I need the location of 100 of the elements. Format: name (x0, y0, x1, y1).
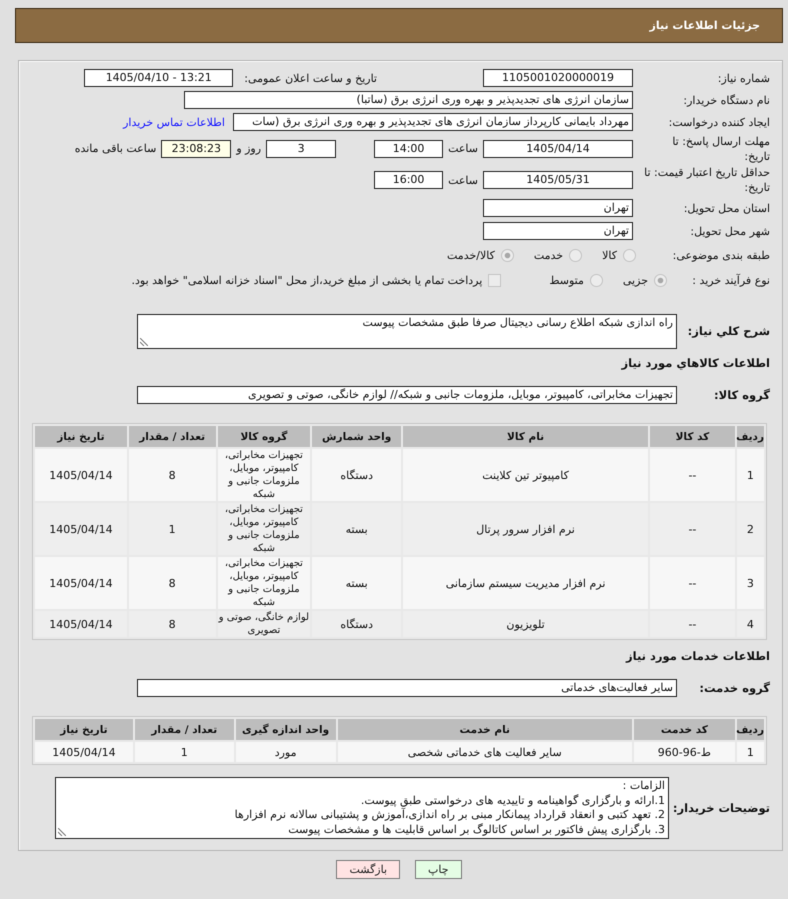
checkbox-label: پرداخت تمام یا بخشی از مبلغ خرید،از محل "اسناد خزانه اسلامی" خواهد بود. (132, 274, 482, 286)
buyer-organization-field[interactable]: سازمان انرژی های تجدیدپذیر و بهره وری انرژی برق (ساتبا) (184, 91, 633, 109)
radio-button[interactable] (569, 248, 582, 262)
resize-grip-icon[interactable] (140, 338, 148, 346)
service-name-cell: سایر فعالیت های خدماتی شخصی (338, 742, 632, 762)
field-label: شرح کلي نياز: (686, 324, 770, 339)
radio-button[interactable] (654, 274, 667, 286)
notes-line: الزامات : (622, 779, 665, 794)
need-date-cell: 1405/04/14 (35, 503, 127, 555)
notes-line: 3. بارگزاری پیش فاکتور بر اساس کاتالوگ بر اساس قابلیت ها و مشخصات پیوست (287, 822, 665, 837)
price-validity-date-field[interactable]: 1405/05/31 (483, 171, 633, 189)
print-button[interactable]: چاپ (415, 860, 462, 879)
quantity-cell: 1 (128, 503, 216, 555)
delivery-city-field[interactable]: تهران (483, 222, 633, 240)
remaining-days-field[interactable]: 3 (266, 140, 336, 158)
item-name-cell: تلویزیون (403, 611, 648, 637)
deadline-time-field[interactable]: 14:00 (374, 140, 444, 158)
field-label: تاریخ و ساعت اعلان عمومی: (244, 72, 377, 84)
row-number-cell: 1 (736, 449, 764, 501)
radio-label: جزیی (622, 274, 648, 286)
resize-grip-icon[interactable] (58, 828, 66, 836)
radio-label: خدمت (534, 248, 564, 262)
need-date-cell: 1405/04/14 (35, 742, 133, 762)
field-label: استان محل تحویل: (682, 200, 770, 216)
item-code-cell: -- (650, 449, 735, 501)
notes-line: 2. تعهد کتبی و انعقاد قرارداد پیمانکار مبنی بر راه اندازی،آموزش و پشتیبانی سالانه نرم افزارها (234, 808, 665, 822)
back-button[interactable]: بازگشت (336, 860, 400, 879)
price-validity-time-field[interactable]: 16:00 (374, 171, 444, 189)
column-header: واحد شمارش (312, 426, 402, 447)
field-label: توضیحات خریدار: (674, 800, 770, 816)
field-label: طبقه بندی موضوعی: (672, 248, 770, 262)
item-group-cell: تجهیزات مخابراتی، کامپیوتر، موبایل، ملزومات جانبی و شبکه (218, 449, 310, 501)
delivery-province-field[interactable]: تهران (483, 199, 633, 217)
announce-date-field[interactable]: 1405/04/10 - 13:21 (84, 69, 234, 87)
column-header: ردیف (736, 426, 764, 447)
column-header: گروه کالا (218, 426, 310, 447)
description-field[interactable]: راه اندازی شبکه اطلاع رسانی دیجیتال صرفا طبق مشخصات پیوست (137, 314, 677, 349)
page-title: جزئیات اطلاعات نیاز (650, 19, 760, 32)
item-group-cell: تجهیزات مخابراتی، کامپیوتر، موبایل، ملزومات جانبی و شبکه (218, 557, 310, 609)
item-group-cell: لوازم خانگی، صوتی و تصویری (218, 611, 310, 637)
column-header: کد کالا (650, 426, 735, 447)
item-name-cell: کامپیوتر تین کلاینت (403, 449, 648, 501)
quantity-cell: 8 (128, 449, 216, 501)
unit-cell: مورد (236, 742, 336, 762)
goods-group-field[interactable]: تجهیزات مخابراتی، کامپیوتر، موبایل، ملزومات جانبی و شبکه// لوازم خانگی، صوتی و تصویری (137, 386, 677, 404)
column-header: تاریخ نیاز (35, 719, 133, 740)
field-label: نام دستگاه خریدار: (682, 92, 770, 108)
remaining-time-field[interactable]: 23:08:23 (161, 140, 232, 158)
item-name-cell: نرم افزار سرور پرتال (403, 503, 648, 555)
need-number-field[interactable]: 1105001020000019 (483, 69, 633, 87)
field-label: ساعت باقی مانده (74, 142, 156, 155)
column-header: واحد اندازه گیری (236, 719, 336, 740)
section-title: اطلاعات خدمات مورد نیاز (626, 648, 770, 664)
field-label: شماره نیاز: (716, 70, 770, 86)
deadline-date-field[interactable]: 1405/04/14 (483, 140, 633, 158)
service-group-field[interactable]: سایر فعالیت‌های خدماتی (137, 679, 677, 697)
field-label: ساعت (448, 174, 478, 186)
radio-button[interactable] (500, 248, 514, 262)
unit-cell: بسته (312, 503, 402, 555)
quantity-cell: 1 (134, 742, 234, 762)
need-date-cell: 1405/04/14 (35, 557, 127, 609)
field-label: ایجاد کننده درخواست: (668, 114, 770, 130)
requester-field[interactable]: مهرداد بایمانی کارپرداز سازمان انرژی های تجدیدپذیر و بهره وری انرژی برق (سات (233, 113, 633, 131)
row-number-cell: 2 (736, 503, 764, 555)
item-code-cell: -- (650, 557, 735, 609)
column-header: تعداد / مقدار (128, 426, 216, 447)
field-label: نوع فرآیند خرید : (691, 272, 770, 288)
row-number-cell: 3 (736, 557, 764, 609)
field-label: گروه خدمت: (698, 680, 770, 696)
section-title: اطلاعات کالاهاي مورد نياز (622, 355, 770, 371)
radio-button[interactable] (590, 274, 603, 286)
field-label: مهلت ارسال پاسخ: تا تاریخ: (671, 134, 770, 164)
radio-button[interactable] (623, 248, 636, 262)
column-header: نام خدمت (338, 719, 632, 740)
item-group-cell: تجهیزات مخابراتی، کامپیوتر، موبایل، ملزومات جانبی و شبکه (218, 503, 310, 555)
unit-cell: دستگاه (312, 611, 402, 637)
item-name-cell: نرم افزار مدیریت سیستم سازمانی (403, 557, 648, 609)
column-header: کد خدمت (634, 719, 735, 740)
radio-label: متوسط (549, 274, 584, 286)
quantity-cell: 8 (128, 557, 216, 609)
field-label: حداقل تاریخ اعتبار قیمت: تا تاریخ: (643, 165, 770, 195)
unit-cell: دستگاه (312, 449, 402, 501)
field-label: ساعت (448, 142, 478, 155)
item-code-cell: -- (650, 611, 735, 637)
buyer-notes-field[interactable] (55, 777, 669, 839)
item-code-cell: -- (650, 503, 735, 555)
description-text: راه اندازی شبکه اطلاع رسانی دیجیتال صرفا طبق مشخصات پیوست (362, 316, 673, 330)
service-code-cell: ط-96-960 (634, 742, 735, 762)
field-label: شهر محل تحویل: (689, 224, 770, 238)
checkbox[interactable] (488, 274, 502, 286)
need-date-cell: 1405/04/14 (35, 449, 127, 501)
column-header: ردیف (736, 719, 764, 740)
column-header: تاریخ نیاز (35, 426, 127, 447)
buyer-contact-link[interactable]: اطلاعات تماس خریدار (123, 116, 225, 128)
column-header: تعداد / مقدار (134, 719, 234, 740)
column-header: نام کالا (403, 426, 648, 447)
radio-label: کالا (602, 248, 617, 262)
notes-line: 1.ارائه و بارگزاری گواهینامه و تاییدیه های درخواستی طبق پیوست. (360, 794, 665, 807)
field-label: روز و (236, 142, 262, 155)
row-number-cell: 1 (736, 742, 764, 762)
